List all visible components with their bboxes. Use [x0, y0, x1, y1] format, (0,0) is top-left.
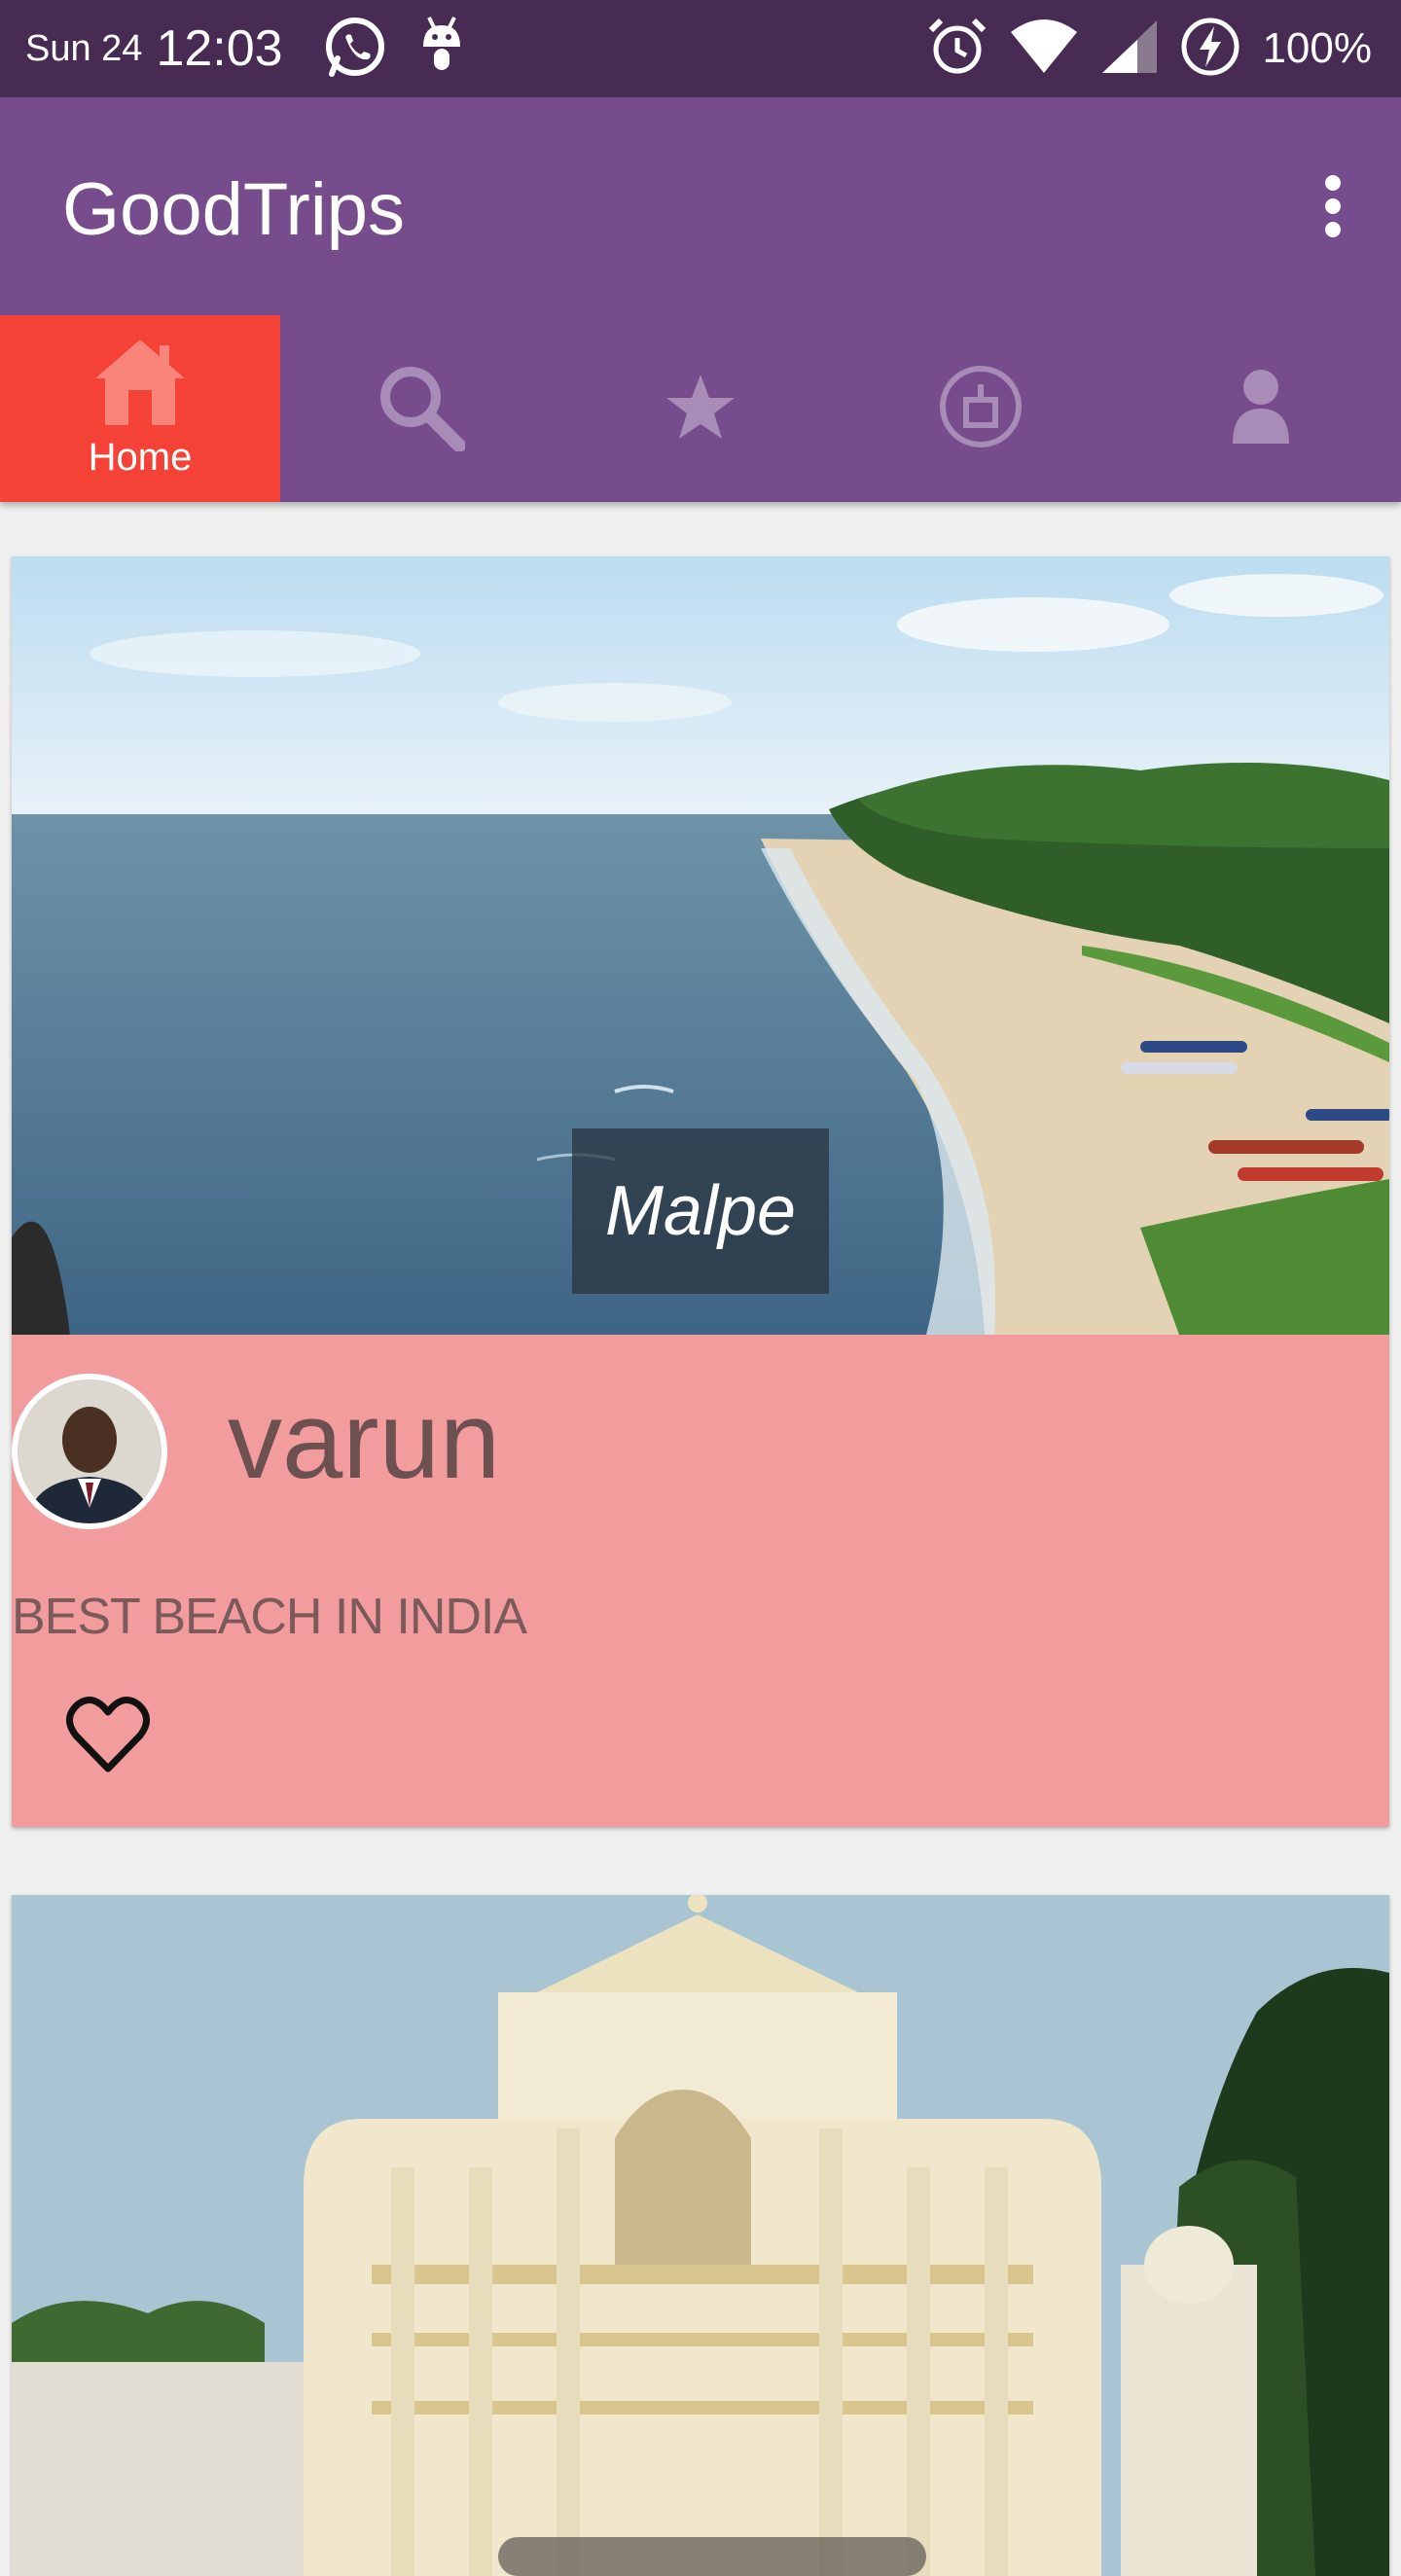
signal-icon: [1100, 18, 1159, 80]
tab-search[interactable]: [280, 315, 560, 502]
alarm-icon: [927, 17, 988, 82]
battery-percentage: 100%: [1262, 24, 1372, 72]
author-name[interactable]: varun: [228, 1377, 500, 1503]
tab-bar: Home: [0, 315, 1401, 502]
heart-outline-icon[interactable]: [64, 1693, 169, 1786]
trip-photo-beach[interactable]: Malpe: [12, 556, 1389, 1335]
tab-profile[interactable]: [1121, 315, 1401, 502]
android-icon: [417, 14, 466, 85]
wifi-icon: [1009, 18, 1079, 80]
trip-description: BEST BEACH IN INDIA: [12, 1589, 527, 1645]
app-bar: GoodTrips: [0, 97, 1401, 315]
status-date: Sun 24: [25, 27, 143, 69]
profile-icon: [1231, 368, 1291, 450]
status-left: Sun 24 12:03: [25, 0, 466, 97]
whatsapp-icon: [322, 14, 388, 85]
battery-charging-icon: [1180, 17, 1240, 82]
status-time: 12:03: [156, 20, 283, 77]
home-icon: [93, 338, 187, 432]
tab-gifts[interactable]: [841, 315, 1121, 502]
tab-home-label: Home: [88, 436, 193, 479]
overflow-menu-icon[interactable]: [1304, 167, 1362, 245]
status-bar: Sun 24 12:03 100%: [0, 0, 1401, 97]
card-body: varun BEST BEACH IN INDIA: [12, 1335, 1389, 1827]
place-caption: Malpe: [572, 1128, 829, 1294]
avatar[interactable]: [12, 1374, 167, 1529]
status-right: 100%: [927, 0, 1372, 97]
trip-card[interactable]: Malpe varun BEST BEACH IN INDIA: [12, 556, 1389, 1827]
tab-home[interactable]: Home: [0, 315, 280, 502]
tab-favorites[interactable]: [560, 315, 841, 502]
star-icon: [665, 371, 736, 447]
search-icon: [376, 362, 466, 456]
trip-card[interactable]: [12, 1895, 1389, 2576]
gift-icon: [937, 363, 1024, 455]
app-title: GoodTrips: [62, 168, 405, 251]
trip-photo-church[interactable]: [12, 1895, 1389, 2576]
